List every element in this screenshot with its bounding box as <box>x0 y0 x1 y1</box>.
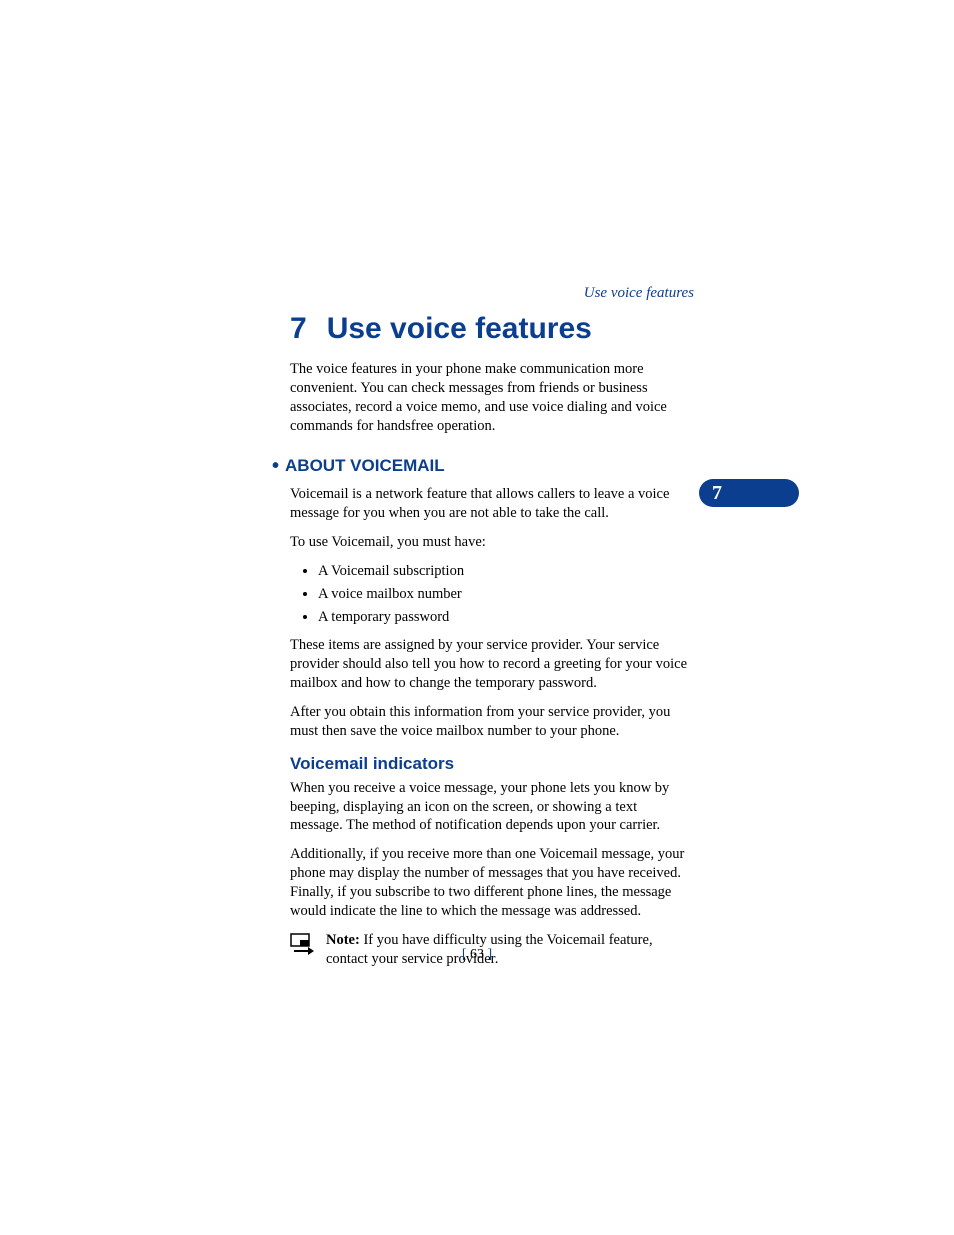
chapter-number: 7 <box>290 312 307 346</box>
bullet-icon: • <box>272 455 279 477</box>
document-page: Use voice features 7 Use voice features 7… <box>0 0 954 1235</box>
side-tab-number: 7 <box>712 482 722 504</box>
subheading-voicemail-indicators: Voicemail indicators <box>290 753 690 775</box>
list-item: A voice mailbox number <box>318 585 690 604</box>
list-item: A temporary password <box>318 608 690 627</box>
section-heading-text: ABOUT VOICEMAIL <box>285 456 445 475</box>
chapter-title: 7 Use voice features <box>290 312 592 346</box>
body-paragraph: When you receive a voice message, your p… <box>290 779 690 836</box>
body-paragraph: After you obtain this information from y… <box>290 703 690 741</box>
page-number-value: 63 <box>470 947 484 962</box>
chapter-side-tab: 7 <box>699 479 799 507</box>
note-label: Note: <box>326 932 360 948</box>
body-paragraph: These items are assigned by your service… <box>290 636 690 693</box>
section-heading-about-voicemail: • ABOUT VOICEMAIL <box>272 453 690 479</box>
main-content: The voice features in your phone make co… <box>290 360 690 968</box>
body-paragraph: To use Voicemail, you must have: <box>290 533 690 552</box>
body-paragraph: Additionally, if you receive more than o… <box>290 845 690 920</box>
intro-paragraph: The voice features in your phone make co… <box>290 360 690 435</box>
list-item: A Voicemail subscription <box>318 562 690 581</box>
page-number: [ 63 ] <box>0 947 954 963</box>
chapter-title-text: Use voice features <box>327 312 592 345</box>
body-paragraph: Voicemail is a network feature that allo… <box>290 485 690 523</box>
requirements-list: A Voicemail subscription A voice mailbox… <box>290 562 690 627</box>
running-header: Use voice features <box>584 285 694 302</box>
